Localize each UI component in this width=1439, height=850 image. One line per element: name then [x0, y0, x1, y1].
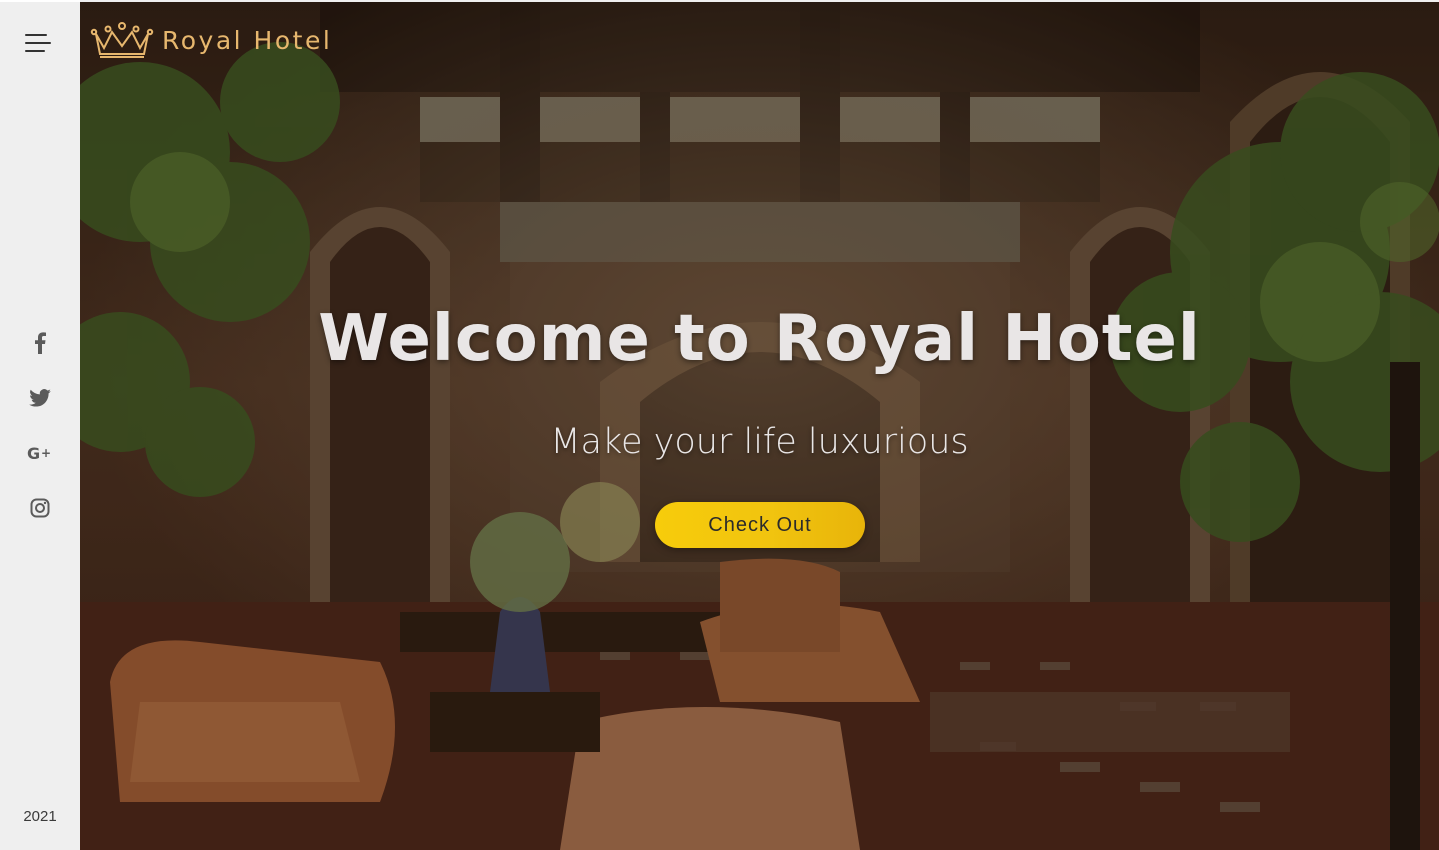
- hero-subtitle: Make your life luxurious: [550, 422, 969, 462]
- svg-text:G: G: [27, 444, 40, 462]
- twitter-icon[interactable]: [0, 382, 80, 414]
- social-links: G +: [0, 327, 80, 547]
- hero-section: Royal Hotel Welcome to Royal Hotel Make …: [80, 2, 1439, 850]
- brand-name: Royal Hotel: [162, 25, 333, 55]
- svg-text:+: +: [41, 446, 51, 460]
- hamburger-menu-icon[interactable]: [25, 30, 55, 56]
- facebook-icon[interactable]: [0, 327, 80, 359]
- google-plus-icon[interactable]: G +: [0, 437, 80, 469]
- sidebar: G + 2021: [0, 0, 80, 850]
- brand-logo[interactable]: Royal Hotel: [90, 20, 332, 60]
- crown-icon: [90, 22, 154, 58]
- copyright-year: 2021: [23, 808, 57, 825]
- hero-title: Welcome to Royal Hotel: [318, 302, 1201, 376]
- check-out-button[interactable]: Check Out: [655, 502, 865, 548]
- instagram-icon[interactable]: [0, 492, 80, 524]
